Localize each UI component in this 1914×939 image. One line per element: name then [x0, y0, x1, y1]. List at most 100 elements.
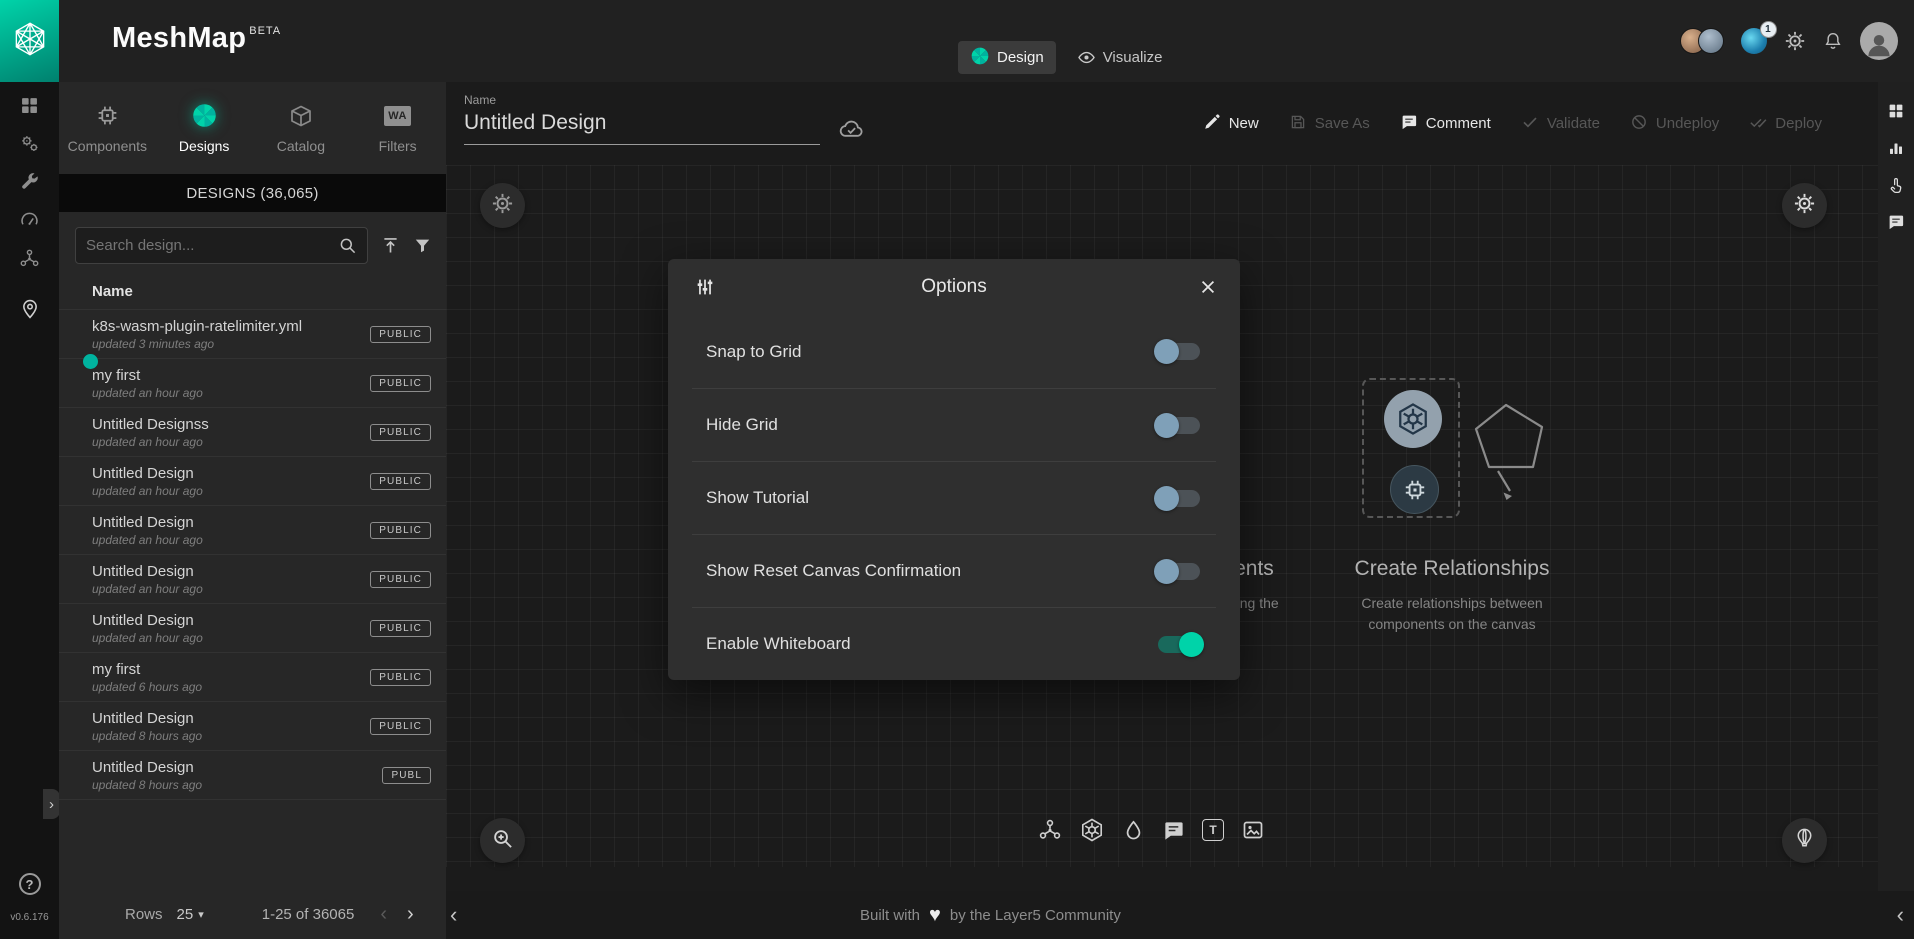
show-reset-canvas-confirmation-toggle[interactable]: [1158, 563, 1200, 580]
visibility-badge: PUBLIC: [370, 473, 431, 490]
design-name: Untitled Design: [92, 563, 203, 580]
search-input[interactable]: [86, 237, 338, 254]
dashboard-icon[interactable]: [19, 95, 40, 116]
design-list-item[interactable]: my first updated 6 hours ago PUBLIC: [59, 653, 446, 702]
canvas-config-button[interactable]: [480, 183, 525, 228]
design-mode-button[interactable]: Design: [958, 41, 1056, 74]
design-list-item[interactable]: Untitled Design updated 8 hours ago PUBL: [59, 751, 446, 800]
right-dock-rail: [1878, 82, 1914, 891]
meshery-designs-icon: [191, 103, 218, 129]
configuration-icon[interactable]: [19, 171, 40, 192]
design-list-item[interactable]: Untitled Design updated an hour ago PUBL…: [59, 506, 446, 555]
widgets-icon[interactable]: [1887, 102, 1905, 120]
design-name: Untitled Design: [92, 465, 203, 482]
option-row: Snap to Grid: [692, 315, 1216, 388]
create-relationships-title: Create Relationships: [1322, 557, 1582, 581]
design-name-input[interactable]: [464, 111, 820, 145]
options-modal-title: Options: [921, 276, 986, 298]
design-name: Untitled Design: [92, 514, 203, 531]
import-design-icon[interactable]: [380, 235, 401, 256]
eye-icon: [1077, 48, 1096, 67]
collapse-left-panel-chevron[interactable]: ‹: [450, 891, 457, 939]
new-button[interactable]: New: [1203, 113, 1259, 135]
balloon-tour-button[interactable]: [1782, 818, 1827, 863]
design-list-item[interactable]: Untitled Design updated an hour ago PUBL…: [59, 604, 446, 653]
gesture-icon[interactable]: [1887, 176, 1905, 194]
design-list-item[interactable]: Untitled Designss updated an hour ago PU…: [59, 408, 446, 457]
collaborator-avatar-2[interactable]: [1698, 28, 1724, 54]
media-dock-icon[interactable]: [1241, 818, 1265, 842]
design-list-item[interactable]: Untitled Design updated 8 hours ago PUBL…: [59, 702, 446, 751]
option-label: Show Tutorial: [706, 488, 809, 508]
save-as-button[interactable]: Save As: [1289, 113, 1370, 135]
meshery-design-icon: [970, 46, 990, 70]
meshmap-app: MeshMapBETA Design Visualize 1: [0, 0, 1914, 939]
tab-catalog[interactable]: Catalog: [253, 82, 350, 174]
extensions-icon[interactable]: [19, 248, 40, 269]
notifications-bell-icon[interactable]: [1823, 31, 1843, 51]
kubernetes-dock-icon[interactable]: [1079, 817, 1105, 843]
tab-filters[interactable]: WA Filters: [349, 82, 446, 174]
design-updated: updated 8 hours ago: [92, 729, 202, 743]
layer5-logo[interactable]: [0, 0, 59, 82]
deploy-button[interactable]: Deploy: [1749, 113, 1822, 135]
show-tutorial-toggle[interactable]: [1158, 490, 1200, 507]
enable-whiteboard-toggle[interactable]: [1158, 636, 1200, 653]
provider-icon[interactable]: 1: [1741, 28, 1767, 54]
design-updated: updated 8 hours ago: [92, 778, 202, 792]
rows-per-page-label: Rows: [125, 906, 163, 923]
validate-button[interactable]: Validate: [1521, 113, 1600, 135]
option-label: Hide Grid: [706, 415, 778, 435]
design-name: k8s-wasm-plugin-ratelimiter.yml: [92, 318, 302, 335]
performance-icon[interactable]: [19, 209, 40, 230]
canvas-settings-button[interactable]: [1782, 183, 1827, 228]
lifecycle-icon[interactable]: [19, 133, 40, 154]
visualize-mode-button[interactable]: Visualize: [1065, 41, 1175, 74]
collapse-right-panel-chevron[interactable]: ‹: [1897, 891, 1904, 939]
shapes-dock-icon[interactable]: [1122, 819, 1145, 842]
components-dock-icon[interactable]: [1038, 818, 1062, 842]
create-relationships-subtitle: Create relationships betweencomponents o…: [1322, 593, 1582, 635]
catalog-cube-icon: [289, 103, 313, 129]
visibility-badge: PUBLIC: [370, 375, 431, 392]
expand-rail-chevron[interactable]: ›: [43, 789, 60, 819]
text-tool-icon[interactable]: T: [1202, 819, 1224, 841]
settings-gear-icon[interactable]: [1784, 30, 1806, 52]
next-page-button[interactable]: ›: [407, 903, 414, 926]
meshmap-pin-icon[interactable]: [19, 298, 41, 320]
balloon-icon: [1793, 827, 1816, 855]
help-button[interactable]: ?: [19, 873, 41, 895]
comments-icon[interactable]: [1887, 213, 1905, 231]
design-list-item[interactable]: Untitled Design updated an hour ago PUBL…: [59, 555, 446, 604]
prev-page-button[interactable]: ‹: [380, 903, 387, 926]
tab-designs[interactable]: Designs: [156, 82, 253, 174]
tab-components[interactable]: Components: [59, 82, 156, 174]
version-label: v0.6.176: [0, 912, 59, 923]
relationship-arrow-shape: [1454, 397, 1574, 507]
design-list-item[interactable]: Untitled Design updated an hour ago PUBL…: [59, 457, 446, 506]
gear-icon: [1793, 192, 1816, 220]
comment-button[interactable]: Comment: [1400, 113, 1491, 135]
hide-grid-toggle[interactable]: [1158, 417, 1200, 434]
comment-dock-icon[interactable]: [1162, 819, 1185, 842]
left-nav-rail: › ? v0.6.176: [0, 82, 59, 939]
design-toolbar: Name New Save As Comment Validate Und: [446, 82, 1878, 165]
header-right: 1: [1680, 0, 1898, 82]
undeploy-button[interactable]: Undeploy: [1630, 113, 1719, 135]
floppy-icon: [1289, 113, 1307, 135]
design-list-item[interactable]: k8s-wasm-plugin-ratelimiter.yml updated …: [59, 310, 446, 359]
caret-down-icon: ▾: [198, 908, 204, 921]
visibility-badge: PUBLIC: [370, 326, 431, 343]
rows-per-page-select[interactable]: 25 ▾: [177, 906, 204, 923]
search-icon[interactable]: [338, 236, 357, 255]
design-updated: updated an hour ago: [92, 484, 203, 498]
zoom-in-button[interactable]: [480, 818, 525, 863]
pagination-range: 1-25 of 36065: [262, 906, 355, 923]
user-avatar[interactable]: [1860, 22, 1898, 60]
close-icon[interactable]: [1198, 277, 1218, 297]
design-list-item[interactable]: my first updated an hour ago PUBLIC: [59, 359, 446, 408]
metrics-icon[interactable]: [1887, 139, 1905, 157]
option-label: Snap to Grid: [706, 342, 801, 362]
filter-funnel-icon[interactable]: [413, 236, 432, 255]
snap-to-grid-toggle[interactable]: [1158, 343, 1200, 360]
